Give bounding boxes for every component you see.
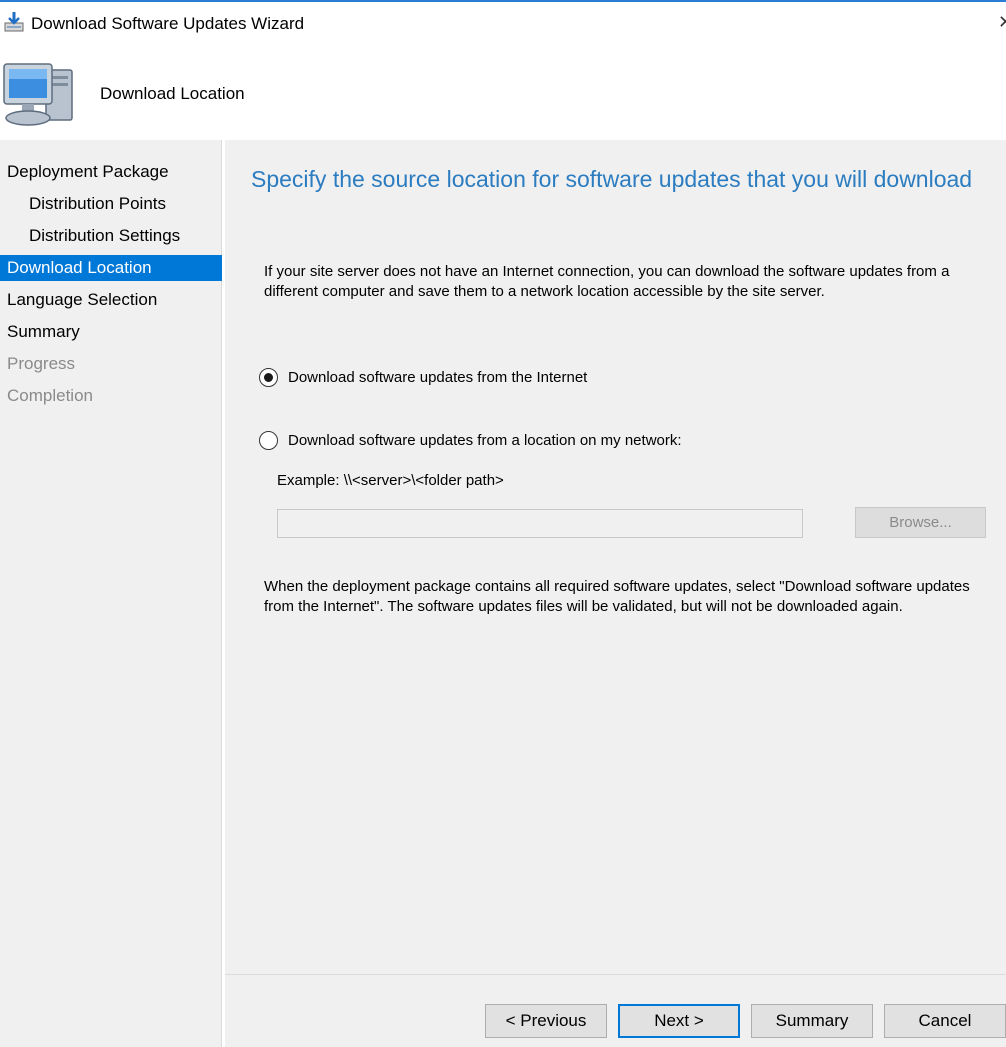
step-distribution-points[interactable]: Distribution Points [0, 191, 222, 217]
wizard-footer: < Previous Next > Summary Cancel [225, 974, 1006, 1047]
radio-network[interactable] [259, 430, 278, 450]
option-network[interactable]: Download software updates from a locatio… [259, 429, 682, 451]
cancel-button[interactable]: Cancel [884, 1004, 1006, 1038]
network-path-input[interactable] [277, 509, 803, 538]
summary-button[interactable]: Summary [751, 1004, 873, 1038]
previous-button[interactable]: < Previous [485, 1004, 607, 1038]
step-completion: Completion [7, 386, 93, 405]
option-internet[interactable]: Download software updates from the Inter… [259, 366, 587, 388]
step-summary[interactable]: Summary [0, 319, 222, 345]
close-icon[interactable]: ✕ [998, 12, 1006, 33]
wizard-content: Specify the source location for software… [225, 140, 1006, 974]
page-heading: Specify the source location for software… [251, 166, 973, 192]
header-title: Download Location [100, 84, 245, 103]
option-network-label[interactable]: Download software updates from a locatio… [288, 432, 682, 449]
window-title: Download Software Updates Wizard [31, 14, 305, 33]
download-icon [2, 11, 26, 35]
browse-button[interactable]: Browse... [855, 507, 986, 538]
note-text: When the deployment package contains all… [264, 578, 970, 615]
wizard-header: Download Location [0, 42, 1006, 140]
step-language-selection[interactable]: Language Selection [0, 287, 222, 313]
step-download-location[interactable]: Download Location [0, 255, 222, 281]
intro-text: If your site server does not have an Int… [264, 263, 950, 300]
step-deployment-package[interactable]: Deployment Package [0, 159, 222, 185]
radio-internet[interactable] [259, 367, 278, 387]
step-distribution-settings[interactable]: Distribution Settings [0, 223, 222, 249]
option-internet-label[interactable]: Download software updates from the Inter… [288, 369, 587, 386]
title-bar[interactable]: Download Software Updates Wizard ✕ [0, 2, 1006, 42]
wizard-steps-sidebar: Deployment Package Distribution Points D… [0, 140, 222, 1047]
step-progress: Progress [7, 354, 76, 373]
computer-icon [0, 56, 78, 132]
next-button[interactable]: Next > [618, 1004, 740, 1038]
example-text: Example: \\<server>\<folder path> [277, 472, 504, 489]
